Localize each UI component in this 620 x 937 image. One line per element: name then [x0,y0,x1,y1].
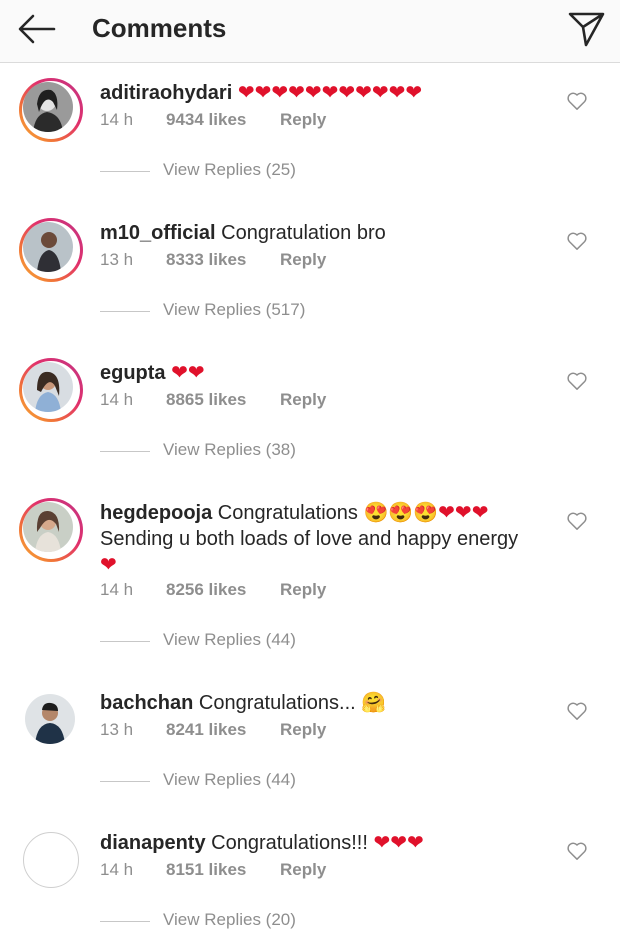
comment-likes[interactable]: 8256 likes [166,580,280,600]
comment-item: bachchan Congratulations... 🤗 13 h 8241 l… [0,680,620,820]
comment-item: hegdepooja Congratulations 😍😍😍❤❤❤ Sendin… [0,490,620,680]
comment-likes[interactable]: 8333 likes [166,250,280,270]
comment-message: Congratulations [217,502,358,524]
comment-username[interactable]: hegdepooja [100,502,212,524]
reply-button[interactable]: Reply [280,110,326,130]
comment-meta: 14 h 8151 likes Reply [100,860,326,880]
comment-username[interactable]: dianapenty [100,832,206,854]
avatar[interactable] [19,688,83,752]
comment-text: m10_official Congratulation bro [100,220,550,246]
comment-time: 14 h [100,110,134,129]
comment-username[interactable]: bachchan [100,692,193,714]
paper-plane-icon[interactable] [566,10,606,48]
comment-item: egupta ❤❤ 14 h 8865 likes Reply View Repli… [0,350,620,490]
avatar[interactable] [19,828,83,892]
heart-outline-icon[interactable] [566,371,588,391]
comment-text: egupta ❤❤ [100,360,550,386]
view-replies-label: View Replies (38) [163,440,296,459]
comment-username[interactable]: aditiraohydari [100,82,232,104]
reply-button[interactable]: Reply [280,390,326,410]
comment-message: Congratulation bro [221,222,386,244]
view-replies-label: View Replies (44) [163,630,296,649]
heart-emojis: ❤❤ [171,362,205,384]
reply-button[interactable]: Reply [280,720,326,740]
comment-message-line2: Sending u both loads of love and happy e… [100,528,519,550]
avatar[interactable] [19,218,83,282]
comment-time: 14 h [100,580,134,599]
divider [100,171,150,172]
heart-outline-icon[interactable] [566,701,588,721]
comment-time: 14 h [100,860,134,879]
comment-message: Congratulations... [198,692,356,714]
avatar[interactable] [19,498,83,562]
comment-likes[interactable]: 8241 likes [166,720,280,740]
top-bar: Comments [0,0,620,63]
divider [100,451,150,452]
heart-outline-icon[interactable] [566,511,588,531]
heart-outline-icon[interactable] [566,91,588,111]
comment-meta: 14 h 8256 likes Reply [100,580,326,600]
divider [100,921,150,922]
comment-text: aditiraohydari ❤❤❤❤❤❤❤❤❤❤❤ [100,80,550,106]
avatar[interactable] [19,358,83,422]
heart-outline-icon[interactable] [566,841,588,861]
comment-meta: 14 h 9434 likes Reply [100,110,326,130]
empty-avatar [23,832,79,888]
comment-meta: 13 h 8241 likes Reply [100,720,326,740]
comment-time: 13 h [100,720,134,739]
view-replies-label: View Replies (20) [163,910,296,929]
comment-text: dianapenty Congratulations!!! ❤❤❤ [100,830,550,856]
comment-time: 14 h [100,390,134,409]
comment-username[interactable]: m10_official [100,222,216,244]
comment-item: dianapenty Congratulations!!! ❤❤❤ 14 h 81… [0,820,620,937]
heart-outline-icon[interactable] [566,231,588,251]
comment-time: 13 h [100,250,134,269]
comment-message: Congratulations!!! [211,832,368,854]
divider [100,311,150,312]
heart-emojis: ❤❤❤ [438,502,489,524]
comment-likes[interactable]: 8151 likes [166,860,280,880]
heart-eyes-emojis: 😍😍😍 [363,502,439,524]
heart-emoji: ❤ [100,554,117,576]
comment-likes[interactable]: 9434 likes [166,110,280,130]
comment-meta: 13 h 8333 likes Reply [100,250,326,270]
avatar[interactable] [19,78,83,142]
heart-emojis: ❤❤❤ [373,832,424,854]
divider [100,641,150,642]
comment-item: aditiraohydari ❤❤❤❤❤❤❤❤❤❤❤ 14 h 9434 like… [0,70,620,210]
view-replies-label: View Replies (517) [163,300,306,319]
arrow-left-icon[interactable] [16,12,56,46]
page-title: Comments [92,13,227,43]
view-replies-label: View Replies (25) [163,160,296,179]
comment-meta: 14 h 8865 likes Reply [100,390,326,410]
hugging-emoji: 🤗 [361,692,387,714]
reply-button[interactable]: Reply [280,580,326,600]
reply-button[interactable]: Reply [280,860,326,880]
comment-text: bachchan Congratulations... 🤗 [100,690,550,716]
divider [100,781,150,782]
comment-username[interactable]: egupta [100,362,166,384]
comment-likes[interactable]: 8865 likes [166,390,280,410]
heart-emojis: ❤❤❤❤❤❤❤❤❤❤❤ [237,82,423,104]
view-replies-label: View Replies (44) [163,770,296,789]
comment-text: hegdepooja Congratulations 😍😍😍❤❤❤ Sendin… [100,500,550,578]
comment-item: m10_official Congratulation bro 13 h 8333… [0,210,620,350]
reply-button[interactable]: Reply [280,250,326,270]
